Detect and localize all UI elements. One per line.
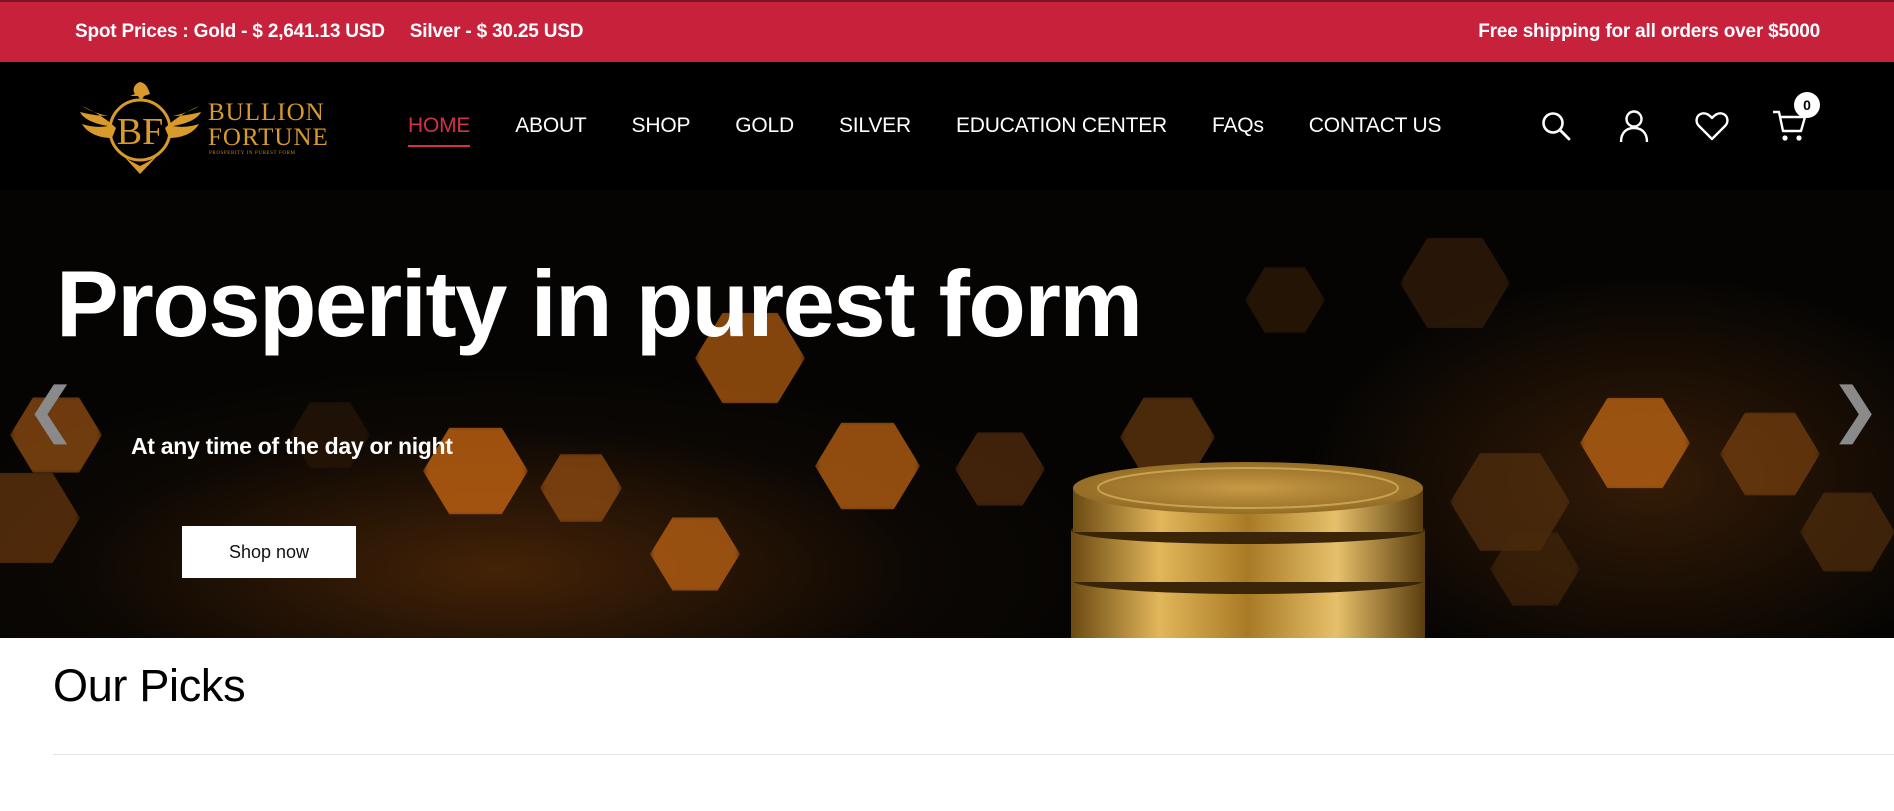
cart-button[interactable]: 0 bbox=[1770, 92, 1820, 146]
nav-item-home[interactable]: HOME bbox=[408, 114, 471, 147]
nav-item-about[interactable]: ABOUT bbox=[515, 114, 587, 138]
section-divider bbox=[53, 754, 1894, 755]
nav-item-contact-us[interactable]: CONTACT US bbox=[1309, 114, 1442, 138]
logo-line-2: FORTUNE bbox=[208, 124, 329, 151]
search-button[interactable] bbox=[1536, 106, 1576, 146]
free-shipping-notice: Free shipping for all orders over $5000 bbox=[1478, 21, 1820, 42]
hero-subtitle: At any time of the day or night bbox=[131, 433, 453, 459]
our-picks-heading: Our Picks bbox=[53, 660, 246, 711]
silver-spot-price: Silver - $ 30.25 USD bbox=[409, 21, 584, 42]
cart-count-badge: 0 bbox=[1794, 92, 1820, 118]
nav-item-gold[interactable]: GOLD bbox=[735, 114, 794, 138]
logo-line-1: BULLION bbox=[208, 99, 325, 126]
eagle-emblem-icon: BF bbox=[80, 82, 201, 174]
hero-slider: Prosperity in purest form At any time of… bbox=[0, 190, 1894, 638]
logo-monogram: BF bbox=[117, 111, 163, 153]
gold-coin-stack-image bbox=[1071, 462, 1425, 638]
account-button[interactable] bbox=[1614, 106, 1654, 146]
main-nav: HOME ABOUT SHOP GOLD SILVER EDUCATION CE… bbox=[408, 62, 1486, 190]
top-promo-bar: Spot Prices : Gold - $ 2,641.13 USD Silv… bbox=[0, 0, 1894, 62]
header-actions: 0 bbox=[1536, 62, 1848, 190]
bokeh-light bbox=[1245, 267, 1325, 333]
hero-title: Prosperity in purest form bbox=[56, 251, 1143, 356]
search-icon bbox=[1542, 112, 1571, 141]
slider-next-icon[interactable]: ❯ bbox=[1830, 380, 1880, 440]
logo-wordmark: BULLION FORTUNE bbox=[208, 100, 329, 150]
slider-prev-icon[interactable]: ❮ bbox=[26, 380, 76, 440]
spot-prices: Spot Prices : Gold - $ 2,641.13 USD Silv… bbox=[75, 2, 583, 62]
logo-tagline: PROSPERITY IN PUREST FORM bbox=[209, 151, 296, 156]
nav-item-education-center[interactable]: EDUCATION CENTER bbox=[956, 114, 1167, 138]
nav-item-silver[interactable]: SILVER bbox=[839, 114, 911, 138]
site-logo[interactable]: BF BULLION FORTUNE PROSPERITY IN PUREST … bbox=[78, 80, 328, 176]
nav-item-shop[interactable]: SHOP bbox=[632, 114, 691, 138]
wishlist-button[interactable] bbox=[1692, 106, 1732, 146]
heart-icon bbox=[1695, 112, 1729, 141]
user-icon bbox=[1619, 110, 1649, 143]
site-header: BF BULLION FORTUNE PROSPERITY IN PUREST … bbox=[0, 62, 1894, 190]
nav-item-faqs[interactable]: FAQs bbox=[1212, 114, 1264, 138]
shop-now-button[interactable]: Shop now bbox=[182, 526, 356, 578]
gold-spot-price: Spot Prices : Gold - $ 2,641.13 USD bbox=[75, 21, 385, 42]
